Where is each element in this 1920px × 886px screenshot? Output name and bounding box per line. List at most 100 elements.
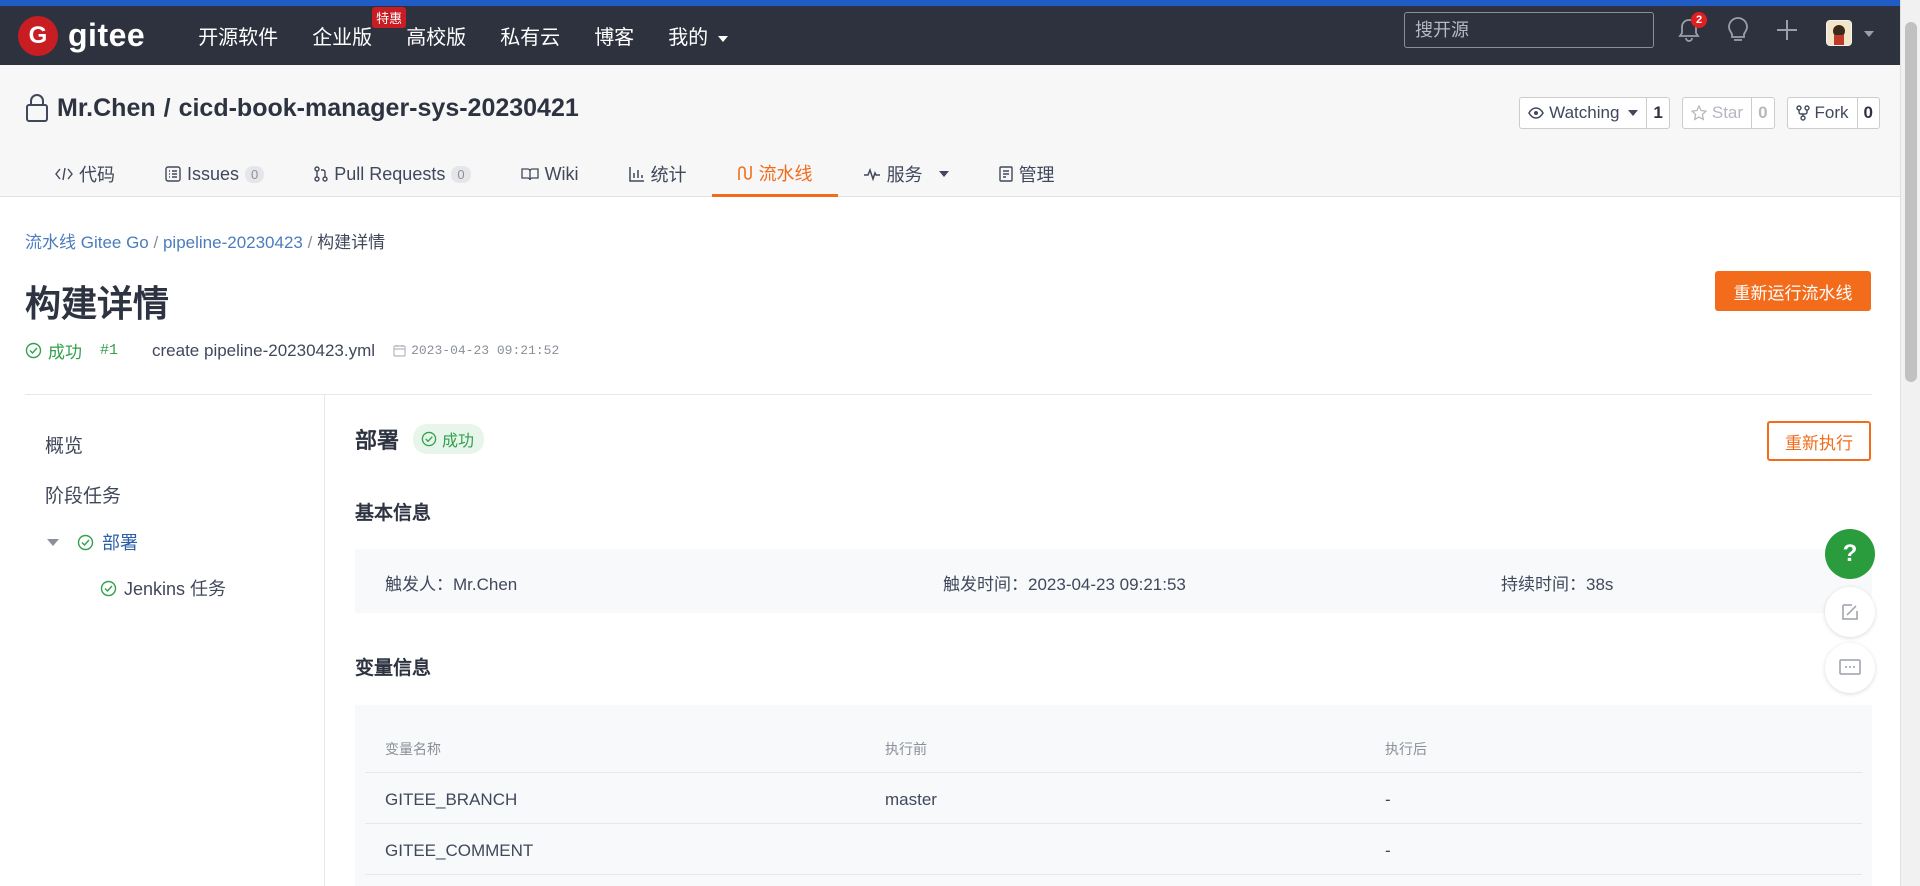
rerun-pipeline-button[interactable]: 重新运行流水线 [1715,271,1871,311]
tab-label: Wiki [544,163,579,184]
tab-code[interactable]: 代码 [30,151,140,197]
sidebar-item-overview[interactable]: 概览 [45,431,83,458]
tab-manage[interactable]: 管理 [974,151,1080,197]
repo-header: Mr.Chen / cicd-book-manager-sys-20230421… [0,65,1900,197]
tab-label: Issues [187,163,240,184]
breadcrumb: 流水线 Gitee Go / pipeline-20230423 / 构建详情 [25,228,385,253]
chevron-down-icon [717,35,728,42]
table-row: GITEE_BRANCH master - [365,773,1862,824]
fork-group: Fork 0 [1786,97,1880,129]
avatar-chevron-icon[interactable] [1864,31,1874,37]
run-number[interactable]: #1 [100,342,118,359]
watch-label: Watching [1549,103,1620,122]
idea-button[interactable] [1722,14,1754,46]
breadcrumb-current: 构建详情 [317,233,386,252]
tab-label: 统计 [650,165,687,185]
star-icon [1690,105,1707,121]
repo-actions: Watching 1 Star 0 Fork 0 [1519,97,1880,129]
tab-label: 管理 [1018,165,1055,185]
var-name: GITEE_BRANCH [385,790,518,809]
breadcrumb-separator: / [307,233,313,252]
chat-button[interactable] [1825,643,1875,693]
pulse-icon [863,167,880,181]
promo-badge: 特惠 [372,7,407,28]
nav-private-cloud[interactable]: 私有云 [500,21,560,50]
pull-request-icon [314,166,328,182]
gitee-logo-icon: G [18,15,58,56]
fork-icon [1795,105,1810,121]
sidebar-item-stage-tasks[interactable]: 阶段任务 [45,481,121,508]
tab-stats[interactable]: 统计 [604,151,712,197]
issues-icon [165,166,181,182]
help-button[interactable]: ? [1825,529,1875,579]
tab-wiki[interactable]: Wiki [496,151,604,197]
tab-services[interactable]: 服务 [838,151,974,197]
sidebar-task-jenkins[interactable]: Jenkins 任务 [100,575,226,601]
repo-owner[interactable]: Mr.Chen [57,94,156,123]
var-name: GITEE_COMMENT [385,841,534,860]
notification-count: 2 [1691,12,1707,28]
star-group: Star 0 [1681,97,1775,129]
check-circle-icon [25,342,42,359]
code-icon [55,167,73,181]
page-scrollbar[interactable] [1900,0,1920,886]
issues-count: 0 [245,165,265,183]
header-after: 执行后 [1385,741,1427,757]
fork-label: Fork [1814,103,1849,122]
plus-icon [1777,20,1797,40]
nav-blog[interactable]: 博客 [594,21,634,50]
feedback-button[interactable] [1825,587,1875,637]
trigger-time: 触发时间：2023-04-23 09:21:53 [943,575,1186,594]
nav-education[interactable]: 高校版 [406,21,466,50]
basic-info-box: 触发人：Mr.Chen 触发时间：2023-04-23 09:21:53 持续时… [355,549,1872,613]
search-input[interactable] [1404,12,1654,48]
header-before: 执行前 [885,741,927,757]
build-status-text: 成功 [48,343,82,362]
wiki-icon [520,168,539,181]
stage-title: 部署 [355,428,400,453]
create-button[interactable] [1771,14,1803,46]
nav-enterprise[interactable]: 企业版 特惠 [312,7,407,50]
breadcrumb-pipeline-root[interactable]: 流水线 Gitee Go [25,233,149,252]
table-header: 变量名称 执行前 执行后 [365,722,1862,773]
check-circle-icon [77,534,94,550]
tab-label: 服务 [886,165,923,185]
variables-table: 变量名称 执行前 执行后 GITEE_BRANCH master - GITEE… [355,705,1872,886]
nav-open-source[interactable]: 开源软件 [198,21,278,50]
watch-group: Watching 1 [1519,97,1670,129]
star-count[interactable]: 0 [1751,98,1773,128]
notification-button[interactable]: 2 [1673,12,1707,46]
sidebar-stage-deploy[interactable]: 部署 [47,529,138,555]
watch-button[interactable]: Watching [1520,98,1646,128]
calendar-icon [393,345,406,357]
edit-icon [1842,604,1858,620]
gitee-logo[interactable]: G gitee [18,15,145,56]
fork-count[interactable]: 0 [1856,98,1879,128]
nav-mine[interactable]: 我的 [668,21,728,50]
reexecute-button[interactable]: 重新执行 [1767,421,1871,461]
fork-button[interactable]: Fork [1788,98,1857,128]
tab-pipeline[interactable]: 流水线 [711,151,838,197]
avatar[interactable] [1826,20,1852,46]
scrollbar-thumb[interactable] [1905,22,1917,382]
build-sidebar: 概览 阶段任务 部署 Jenkins 任务 [25,395,325,886]
watch-count[interactable]: 1 [1646,98,1668,128]
eye-icon [1528,107,1545,119]
build-date-text: 2023-04-23 09:21:52 [411,343,560,358]
repo-name[interactable]: cicd-book-manager-sys-20230421 [179,94,579,123]
build-status: 成功 [25,338,82,363]
repo-separator: / [163,93,171,122]
trigger-by: 触发人：Mr.Chen [385,575,518,594]
var-before: master [885,790,937,809]
star-label: Star [1711,103,1744,122]
breadcrumb-pipeline[interactable]: pipeline-20230423 [163,233,303,252]
stage-status-badge: 成功 [413,424,485,454]
tab-pull-requests[interactable]: Pull Requests 0 [289,151,495,197]
header-var-name: 变量名称 [385,741,441,757]
message-icon [1839,659,1861,675]
tab-issues[interactable]: Issues 0 [140,151,289,197]
tab-label: 代码 [79,165,115,185]
commit-message[interactable]: create pipeline-20230423.yml [152,341,375,361]
star-button[interactable]: Star [1683,98,1751,128]
caret-down-icon[interactable] [47,538,59,546]
